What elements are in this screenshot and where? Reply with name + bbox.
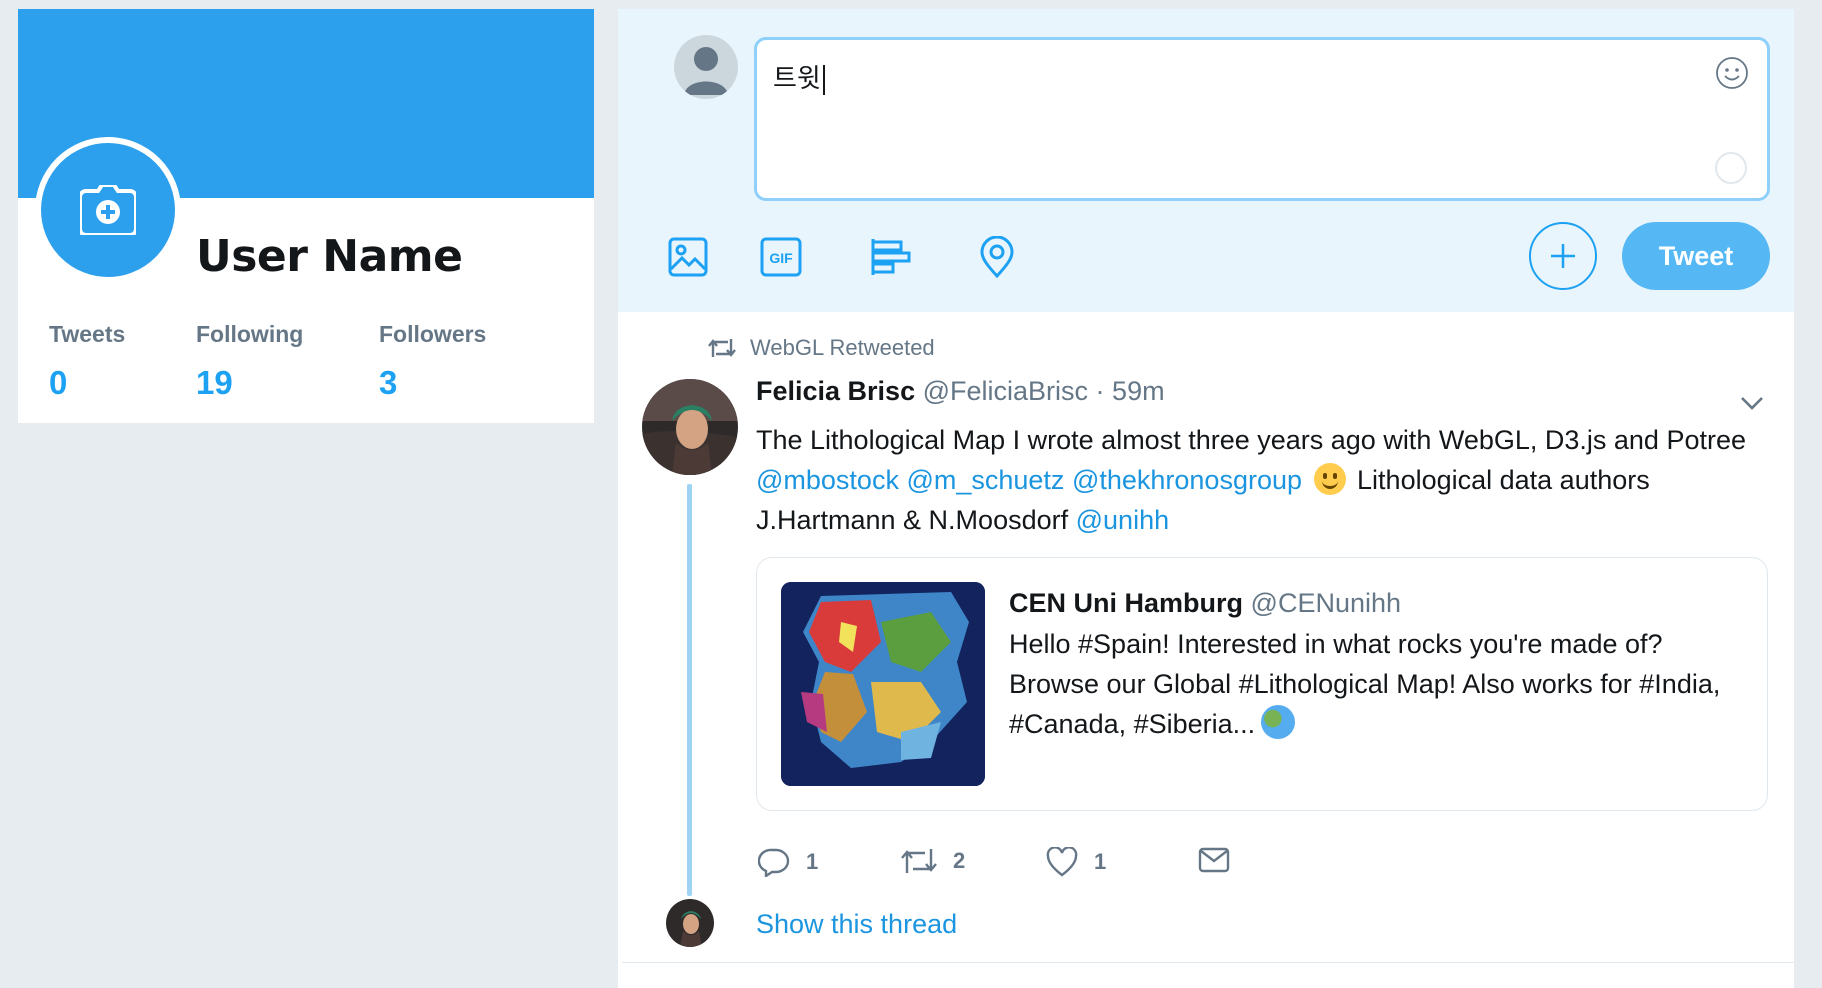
stat-label: Following (196, 321, 304, 347)
thread-avatar[interactable] (666, 899, 714, 947)
quoted-tweet-header: CEN Uni Hamburg @CENunihh (1009, 588, 1401, 619)
location-icon (980, 236, 1014, 278)
stat-following[interactable]: Following 19 (196, 321, 303, 402)
smiling-face-emoji (1313, 463, 1346, 495)
profile-avatar[interactable] (35, 137, 181, 283)
profile-user-name[interactable]: User Name (196, 231, 463, 282)
stat-label: Tweets (49, 321, 126, 347)
retweet-note-text: WebGL Retweeted (750, 335, 935, 360)
quoted-author-name: CEN Uni Hamburg (1009, 588, 1244, 618)
add-poll-button[interactable] (868, 235, 912, 279)
add-another-tweet-button[interactable] (1529, 222, 1597, 290)
stat-value: 0 (49, 364, 68, 401)
gif-icon: GIF (760, 237, 802, 277)
like-count: 1 (1094, 849, 1107, 874)
lithological-map-thumbnail (781, 582, 985, 786)
default-avatar-icon (684, 47, 728, 95)
add-gif-button[interactable]: GIF (759, 235, 803, 279)
author-avatar[interactable] (642, 379, 738, 475)
globe-emoji (1261, 705, 1296, 739)
smiley-icon[interactable] (1715, 56, 1749, 90)
retweet-icon (901, 849, 937, 873)
retweet-button[interactable]: 2 (901, 847, 965, 875)
tweet-input-text: 트윗 (773, 58, 825, 95)
gif-label: GIF (769, 250, 793, 266)
mention-link[interactable]: @m_schuetz (906, 465, 1064, 495)
plus-icon (1551, 244, 1575, 268)
quoted-tweet-text: Hello #Spain! Interested in what rocks y… (1009, 629, 1721, 739)
tweet-timestamp[interactable]: 59m (1112, 376, 1165, 406)
retweet-icon (708, 339, 736, 357)
camera-add-icon (80, 185, 136, 235)
mention-link[interactable]: @unihh (1076, 505, 1169, 535)
quoted-tweet-card[interactable]: CEN Uni Hamburg @CENunihh Hello #Spain! … (756, 557, 1768, 811)
show-thread-link[interactable]: Show this thread (756, 909, 957, 940)
heart-icon (1046, 847, 1078, 877)
poll-icon (871, 239, 911, 275)
stat-followers[interactable]: Followers 3 (379, 321, 486, 402)
retweet-context[interactable]: WebGL Retweeted (708, 335, 935, 361)
quoted-tweet-image (781, 582, 985, 786)
thread-connector (687, 484, 692, 896)
envelope-icon (1198, 847, 1230, 873)
tweet-divider (622, 962, 1794, 963)
tweet-button[interactable]: Tweet (1622, 222, 1770, 290)
stat-tweets[interactable]: Tweets 0 (49, 321, 125, 402)
reply-button[interactable]: 1 (758, 847, 818, 877)
stat-value: 19 (196, 364, 233, 401)
author-handle[interactable]: @FeliciaBrisc (923, 376, 1088, 406)
composer-avatar[interactable] (674, 35, 738, 99)
add-location-button[interactable] (975, 235, 1019, 279)
avatar-photo (642, 379, 738, 475)
retweet-count: 2 (953, 848, 966, 873)
mention-link[interactable]: @mbostock (756, 465, 899, 495)
tweet-composer: 트윗 GIF Tweet (618, 9, 1794, 312)
chevron-down-icon[interactable] (1738, 389, 1766, 417)
character-count-ring (1715, 152, 1747, 184)
tweet-header: Felicia Brisc @FeliciaBrisc · 59m (756, 376, 1165, 407)
quoted-author-handle: @CENunihh (1250, 588, 1402, 618)
image-icon (668, 237, 708, 277)
like-button[interactable]: 1 (1046, 847, 1106, 877)
tweet-text: The Lithological Map I wrote almost thre… (756, 425, 1746, 535)
reply-icon (758, 848, 790, 877)
mention-link[interactable]: @thekhronosgroup (1072, 465, 1302, 495)
profile-card: User Name Tweets 0 Following 19 Follower… (18, 9, 594, 423)
direct-message-button[interactable] (1198, 847, 1230, 873)
reply-count: 1 (806, 849, 819, 874)
add-photo-button[interactable] (666, 235, 710, 279)
stat-label: Followers (379, 321, 487, 347)
text-caret (822, 64, 825, 95)
tweet-text-input[interactable]: 트윗 (754, 37, 1770, 201)
timeline: 트윗 GIF Tweet WebGL Retweeted Felicia Bri… (618, 9, 1794, 988)
author-name[interactable]: Felicia Brisc (756, 376, 915, 406)
avatar-photo (666, 899, 714, 947)
header-separator: · (1088, 376, 1113, 406)
stat-value: 3 (379, 364, 398, 401)
